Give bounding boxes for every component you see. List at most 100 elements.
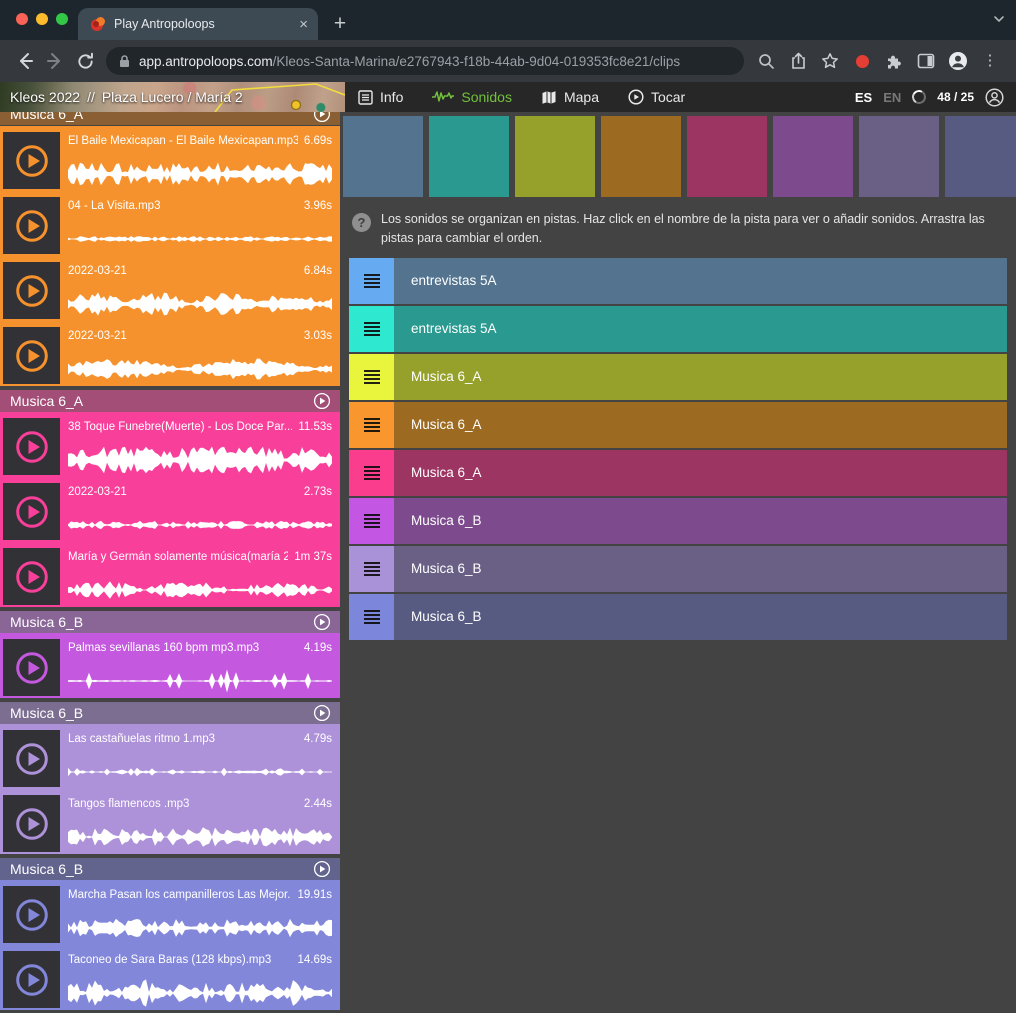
new-tab-button[interactable]: + bbox=[326, 10, 354, 38]
track-name-button[interactable]: Musica 6_B bbox=[394, 498, 1007, 544]
track-name-button[interactable]: Musica 6_A bbox=[394, 402, 1007, 448]
track-row[interactable]: Musica 6_B bbox=[349, 498, 1007, 544]
clip-row[interactable]: Marcha Pasan los campanilleros Las Mejor… bbox=[0, 884, 340, 945]
clip-row[interactable]: 2022-03-216.84s bbox=[0, 260, 340, 321]
back-button[interactable] bbox=[10, 46, 40, 76]
track-swatch[interactable] bbox=[859, 116, 939, 197]
profile-avatar[interactable] bbox=[944, 47, 972, 75]
track-row[interactable]: Musica 6_B bbox=[349, 594, 1007, 640]
clip-play-button[interactable] bbox=[3, 132, 60, 189]
track-drag-handle[interactable] bbox=[349, 354, 394, 400]
clip-row[interactable]: Taconeo de Sara Baras (128 kbps).mp314.6… bbox=[0, 949, 340, 1010]
track-section-header[interactable]: Musica 6_B bbox=[0, 702, 340, 724]
track-drag-handle[interactable] bbox=[349, 402, 394, 448]
track-section-header[interactable]: Musica 6_A bbox=[0, 390, 340, 412]
browser-tab[interactable]: Play Antropoloops × bbox=[78, 8, 318, 40]
clip-play-button[interactable] bbox=[3, 483, 60, 540]
clip-waveform[interactable] bbox=[68, 575, 332, 605]
track-swatch[interactable] bbox=[945, 116, 1016, 197]
browser-menu-icon[interactable]: ⋮ bbox=[976, 47, 1004, 75]
tabstrip-chevron-down-icon[interactable] bbox=[992, 12, 1006, 31]
track-swatch[interactable] bbox=[773, 116, 853, 197]
clip-waveform[interactable] bbox=[68, 224, 332, 254]
tab-info[interactable]: Info bbox=[358, 89, 403, 105]
track-section-header[interactable]: Musica 6_B bbox=[0, 858, 340, 880]
clip-play-button[interactable] bbox=[3, 548, 60, 605]
clip-row[interactable]: El Baile Mexicapan - El Baile Mexicapan.… bbox=[0, 130, 340, 191]
clip-play-button[interactable] bbox=[3, 262, 60, 319]
clip-row[interactable]: Tangos flamencos .mp32.44s bbox=[0, 793, 340, 854]
tab-close-icon[interactable]: × bbox=[297, 15, 310, 34]
track-name-button[interactable]: Musica 6_A bbox=[394, 450, 1007, 496]
clip-play-button[interactable] bbox=[3, 639, 60, 696]
clip-waveform[interactable] bbox=[68, 354, 332, 384]
clip-row[interactable]: 2022-03-212.73s bbox=[0, 481, 340, 542]
clip-row[interactable]: 38 Toque Funebre(Muerte) - Los Doce Par.… bbox=[0, 416, 340, 477]
side-panel-icon[interactable] bbox=[912, 47, 940, 75]
tab-tocar[interactable]: Tocar bbox=[628, 89, 685, 105]
address-bar[interactable]: app.antropoloops.com/Kleos-Santa-Marina/… bbox=[106, 47, 744, 75]
track-swatch[interactable] bbox=[429, 116, 509, 197]
clip-play-button[interactable] bbox=[3, 730, 60, 787]
clip-waveform[interactable] bbox=[68, 666, 332, 696]
map-thumbnail[interactable]: Kleos 2022 // Plaza Lucero / María 2 bbox=[0, 82, 345, 112]
account-icon[interactable] bbox=[985, 88, 1004, 107]
clip-play-button[interactable] bbox=[3, 327, 60, 384]
clip-waveform[interactable] bbox=[68, 822, 332, 852]
tab-sonidos[interactable]: Sonidos bbox=[432, 89, 512, 105]
clip-waveform[interactable] bbox=[68, 289, 332, 319]
track-drag-handle[interactable] bbox=[349, 258, 394, 304]
section-play-icon[interactable] bbox=[313, 613, 331, 631]
zoom-window-icon[interactable] bbox=[56, 13, 68, 25]
track-row[interactable]: Musica 6_A bbox=[349, 354, 1007, 400]
bookmark-star-icon[interactable] bbox=[816, 47, 844, 75]
minimize-window-icon[interactable] bbox=[36, 13, 48, 25]
track-row[interactable]: Musica 6_A bbox=[349, 450, 1007, 496]
track-swatch[interactable] bbox=[687, 116, 767, 197]
recording-indicator-icon[interactable] bbox=[848, 47, 876, 75]
zoom-page-icon[interactable] bbox=[752, 47, 780, 75]
clip-play-button[interactable] bbox=[3, 197, 60, 254]
clip-waveform[interactable] bbox=[68, 159, 332, 189]
clip-row[interactable]: Las castañuelas ritmo 1.mp34.79s bbox=[0, 728, 340, 789]
section-play-icon[interactable] bbox=[313, 392, 331, 410]
clip-row[interactable]: 2022-03-213.03s bbox=[0, 325, 340, 386]
lang-en-button[interactable]: EN bbox=[883, 90, 901, 105]
extensions-puzzle-icon[interactable] bbox=[880, 47, 908, 75]
track-row[interactable]: entrevistas 5A bbox=[349, 306, 1007, 352]
forward-button[interactable] bbox=[40, 46, 70, 76]
tab-mapa[interactable]: Mapa bbox=[541, 89, 599, 105]
track-name-button[interactable]: entrevistas 5A bbox=[394, 258, 1007, 304]
section-play-icon[interactable] bbox=[313, 704, 331, 722]
track-row[interactable]: Musica 6_A bbox=[349, 402, 1007, 448]
track-drag-handle[interactable] bbox=[349, 450, 394, 496]
clip-waveform[interactable] bbox=[68, 757, 332, 787]
clip-waveform[interactable] bbox=[68, 445, 332, 475]
clip-waveform[interactable] bbox=[68, 978, 332, 1008]
track-name-button[interactable]: Musica 6_B bbox=[394, 546, 1007, 592]
track-swatch[interactable] bbox=[601, 116, 681, 197]
track-name-button[interactable]: Musica 6_A bbox=[394, 354, 1007, 400]
clip-play-button[interactable] bbox=[3, 886, 60, 943]
clip-play-button[interactable] bbox=[3, 795, 60, 852]
clip-row[interactable]: 04 - La Visita.mp33.96s bbox=[0, 195, 340, 256]
track-row[interactable]: Musica 6_B bbox=[349, 546, 1007, 592]
clip-waveform[interactable] bbox=[68, 510, 332, 540]
track-drag-handle[interactable] bbox=[349, 546, 394, 592]
track-name-button[interactable]: Musica 6_B bbox=[394, 594, 1007, 640]
track-swatch[interactable] bbox=[515, 116, 595, 197]
clip-play-button[interactable] bbox=[3, 951, 60, 1008]
section-play-icon[interactable] bbox=[313, 112, 331, 123]
close-window-icon[interactable] bbox=[16, 13, 28, 25]
track-drag-handle[interactable] bbox=[349, 594, 394, 640]
track-section-header[interactable]: Musica 6_B bbox=[0, 611, 340, 633]
track-row[interactable]: entrevistas 5A bbox=[349, 258, 1007, 304]
clip-row[interactable]: María y Germán solamente música(maría 2.… bbox=[0, 546, 340, 607]
track-drag-handle[interactable] bbox=[349, 306, 394, 352]
track-name-button[interactable]: entrevistas 5A bbox=[394, 306, 1007, 352]
lang-es-button[interactable]: ES bbox=[855, 90, 872, 105]
track-drag-handle[interactable] bbox=[349, 498, 394, 544]
reload-button[interactable] bbox=[70, 46, 100, 76]
section-play-icon[interactable] bbox=[313, 860, 331, 878]
track-section-header[interactable]: Musica 6_A bbox=[0, 112, 340, 125]
